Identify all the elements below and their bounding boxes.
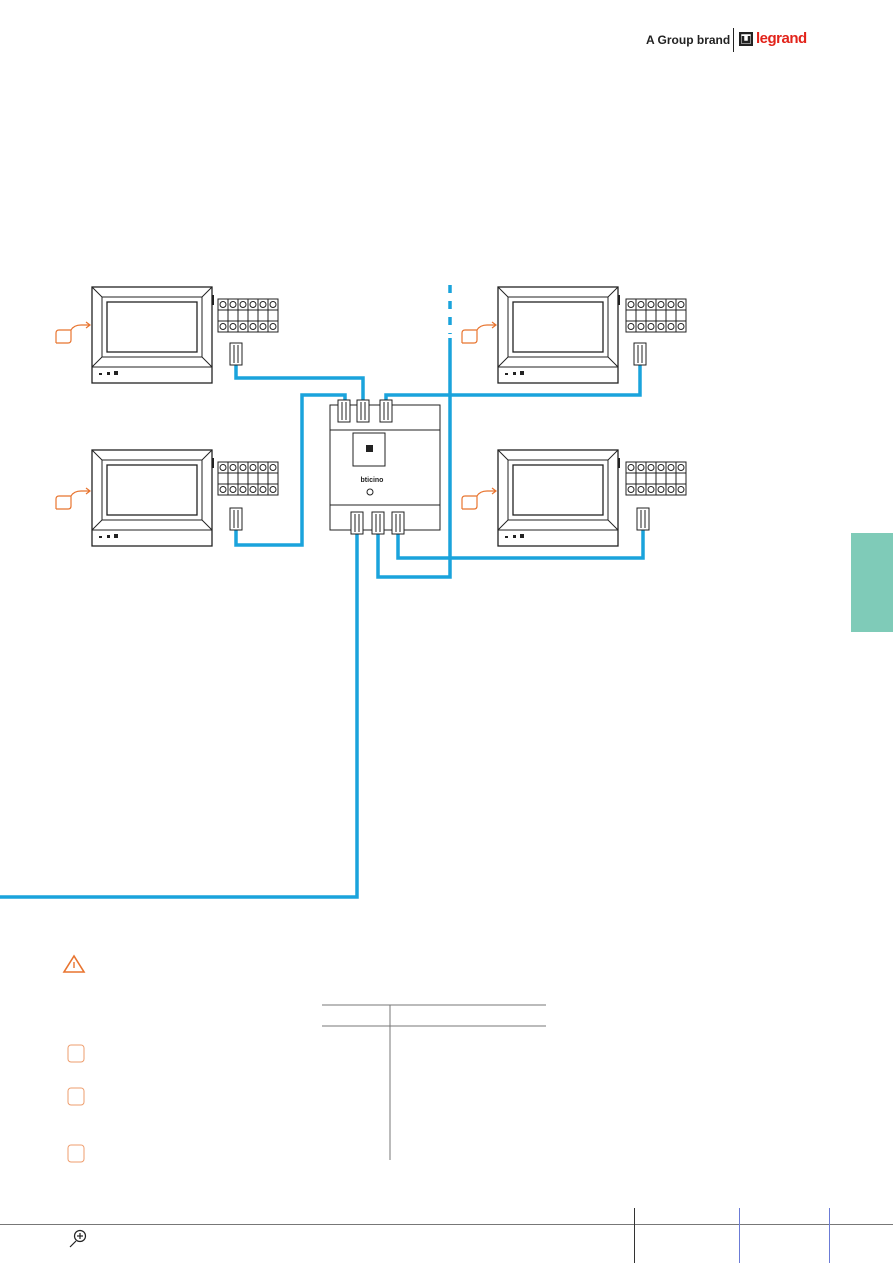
arrow-icon	[461, 487, 497, 510]
magnifier-plus-icon[interactable]	[69, 1229, 87, 1248]
footer-column-divider	[739, 1208, 740, 1263]
wiring-diagram: bticino	[0, 285, 687, 1248]
warning-icon	[62, 954, 86, 973]
monitor-bottom-right	[461, 449, 687, 547]
device-brand: bticino	[361, 477, 384, 484]
floor-distributor-device: bticino	[329, 399, 441, 535]
footer-column-divider	[634, 1208, 635, 1263]
footer-column-divider	[829, 1208, 830, 1263]
monitor-top-left	[55, 286, 279, 384]
checkbox-icon	[67, 1044, 85, 1063]
arrow-icon	[55, 321, 91, 344]
spec-table	[322, 1004, 546, 1160]
arrow-icon	[461, 321, 497, 344]
checkbox-icon	[67, 1087, 85, 1106]
arrow-icon	[55, 487, 91, 510]
checkbox-icon	[67, 1144, 85, 1163]
monitor-top-right	[461, 286, 687, 384]
wire-main-bus	[0, 530, 359, 899]
monitor-bottom-left	[55, 449, 279, 547]
footer-divider	[0, 1224, 893, 1225]
